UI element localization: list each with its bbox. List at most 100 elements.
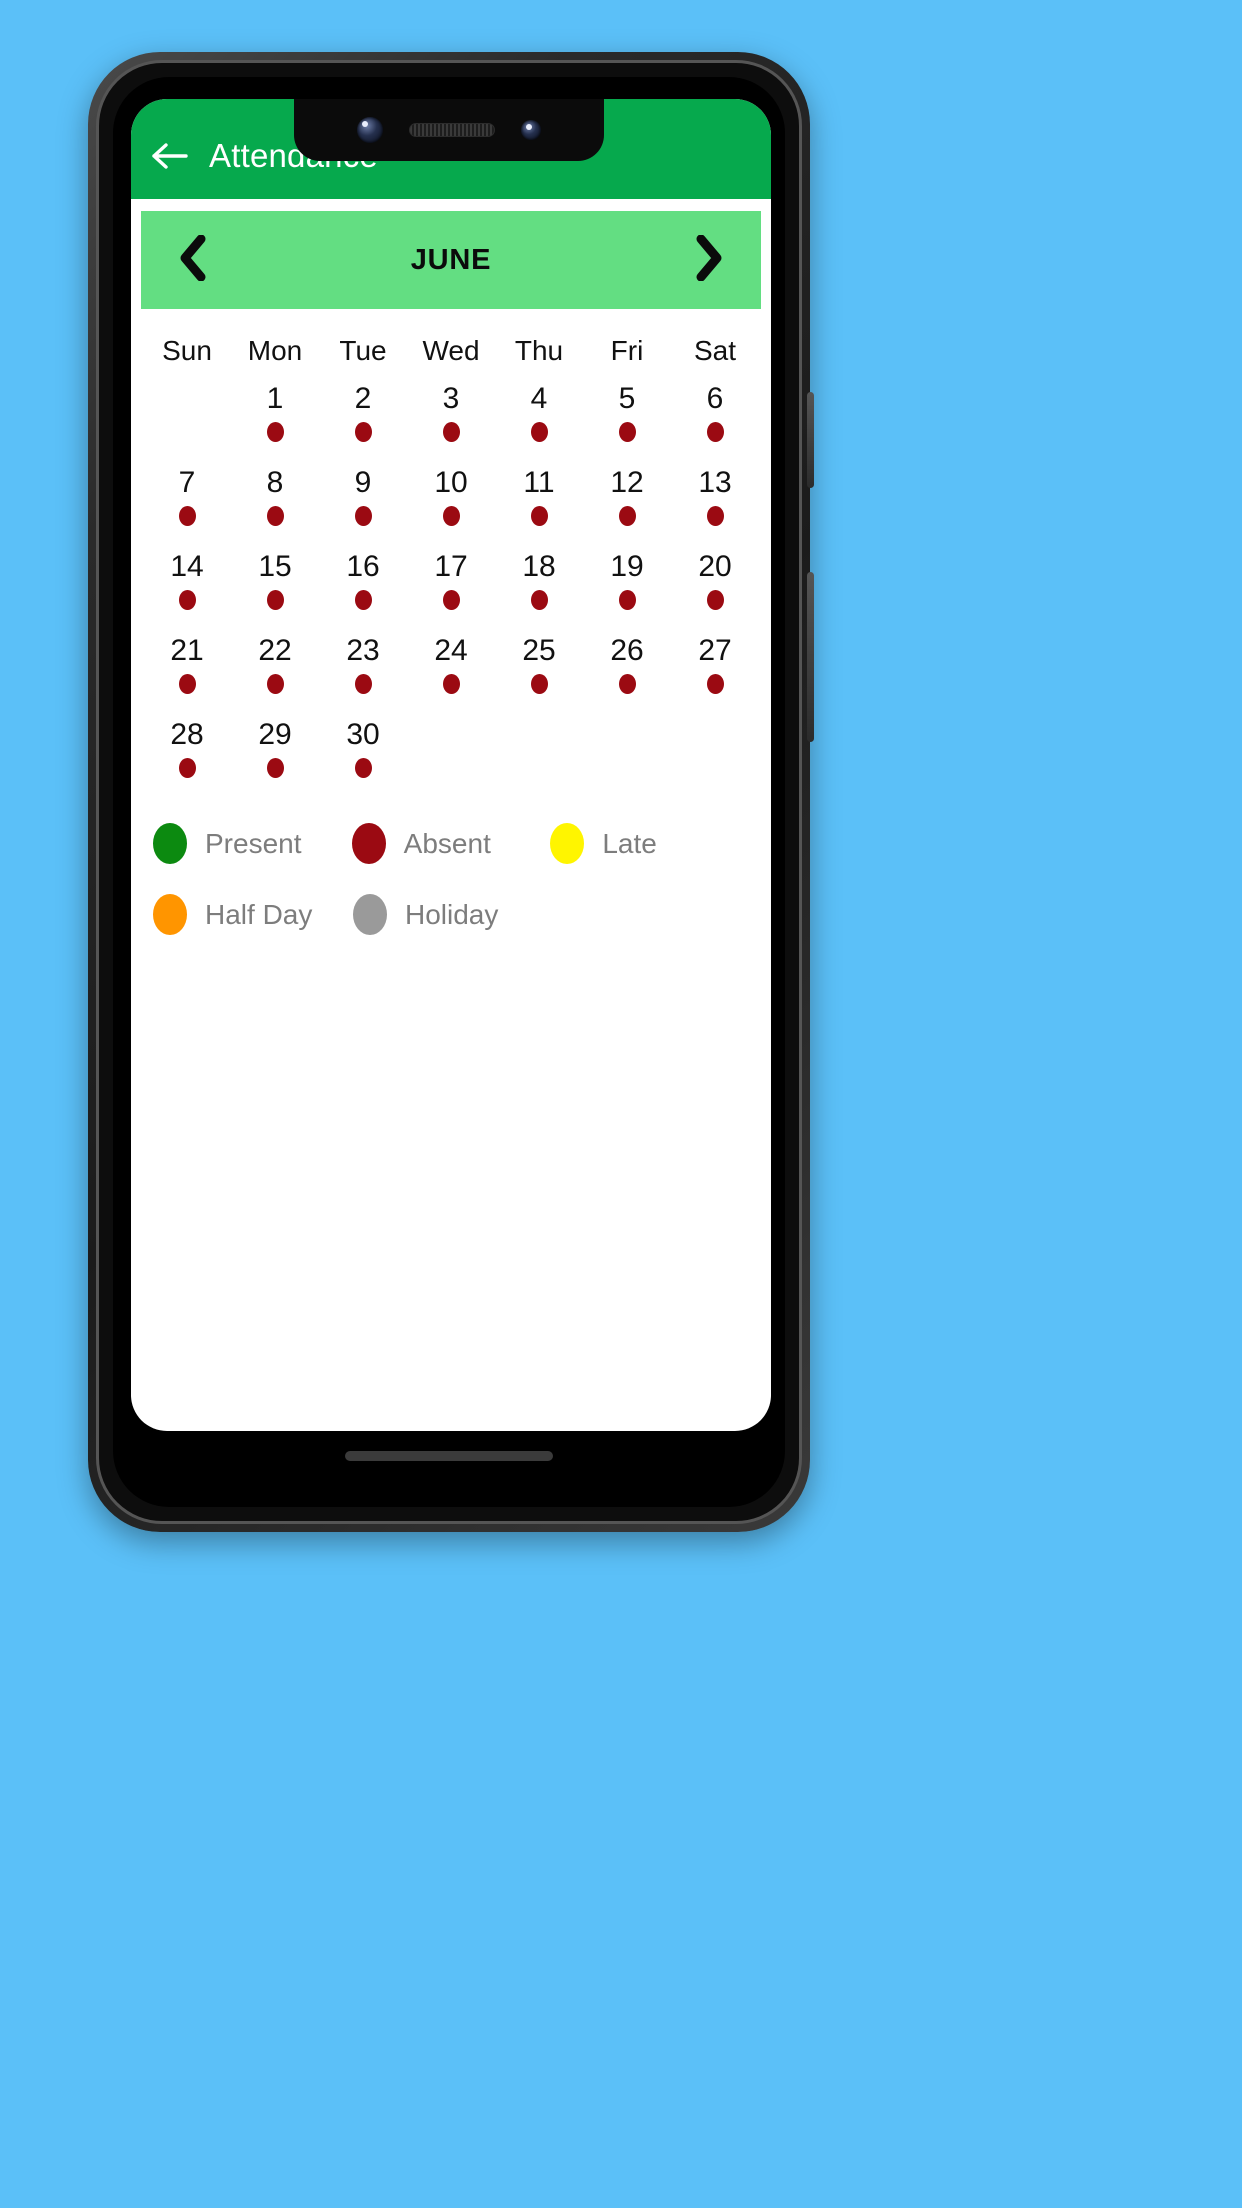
calendar-day-13[interactable]: 13 — [671, 461, 759, 545]
volume-button[interactable] — [807, 572, 814, 742]
calendar-day-18[interactable]: 18 — [495, 545, 583, 629]
day-number: 7 — [178, 466, 196, 499]
calendar-day-10[interactable]: 10 — [407, 461, 495, 545]
calendar-day-7[interactable]: 7 — [143, 461, 231, 545]
legend-item-absent: Absent — [351, 823, 551, 864]
calendar-day-26[interactable]: 26 — [583, 629, 671, 713]
legend-label: Holiday — [405, 898, 499, 930]
calendar-day-22[interactable]: 22 — [231, 629, 319, 713]
calendar-day-28[interactable]: 28 — [143, 713, 231, 797]
calendar-week-row: 1 2 3 4 5 6 — [143, 377, 759, 461]
legend-label: Late — [602, 827, 657, 859]
calendar: Sun Mon Tue Wed Thu Fri Sat 1 2 3 4 5 6 7 8 9 10 11 12 13 1… — [131, 309, 771, 797]
calendar-day-17[interactable]: 17 — [407, 545, 495, 629]
phone-screen-area: Attendance JUNE Sun Mon Tue Wed Thu Fri … — [113, 77, 785, 1507]
calendar-day-3[interactable]: 3 — [407, 377, 495, 461]
weekday-label-sun: Sun — [162, 335, 212, 366]
calendar-day-23[interactable]: 23 — [319, 629, 407, 713]
status-dot-absent — [530, 422, 548, 442]
calendar-day-25[interactable]: 25 — [495, 629, 583, 713]
status-dot-absent — [354, 590, 372, 610]
status-dot-absent — [178, 590, 196, 610]
power-button[interactable] — [807, 392, 814, 488]
phone-bezel: Attendance JUNE Sun Mon Tue Wed Thu Fri … — [96, 60, 802, 1524]
day-number: 4 — [530, 382, 548, 415]
secondary-camera-icon — [521, 120, 541, 140]
calendar-week-row: 7 8 9 10 11 12 13 — [143, 461, 759, 545]
day-number: 22 — [258, 634, 292, 667]
legend: Present Absent Late Half Day Holiday — [131, 797, 771, 935]
month-selector: JUNE — [141, 211, 761, 309]
app-screen: Attendance JUNE Sun Mon Tue Wed Thu Fri … — [131, 99, 771, 1431]
calendar-day-1[interactable]: 1 — [231, 377, 319, 461]
calendar-day-2[interactable]: 2 — [319, 377, 407, 461]
screenshot-canvas: Attendance JUNE Sun Mon Tue Wed Thu Fri … — [0, 0, 1242, 2208]
calendar-day-4[interactable]: 4 — [495, 377, 583, 461]
status-dot-absent — [706, 674, 724, 694]
status-dot-absent — [266, 506, 284, 526]
day-number: 12 — [610, 466, 644, 499]
weekday-label-fri: Fri — [610, 335, 644, 366]
day-number: 6 — [706, 382, 724, 415]
calendar-day-27[interactable]: 27 — [671, 629, 759, 713]
previous-month-button[interactable] — [165, 232, 221, 288]
weekday-label-mon: Mon — [247, 335, 303, 366]
weekday-label-tue: Tue — [339, 335, 387, 366]
calendar-day-5[interactable]: 5 — [583, 377, 671, 461]
legend-label: Absent — [403, 827, 491, 859]
front-camera-icon — [357, 117, 383, 143]
calendar-day-24[interactable]: 24 — [407, 629, 495, 713]
calendar-day-11[interactable]: 11 — [495, 461, 583, 545]
calendar-day-16[interactable]: 16 — [319, 545, 407, 629]
day-number: 17 — [434, 550, 468, 583]
calendar-week-row: 28 29 30 — [143, 713, 759, 797]
day-number: 25 — [522, 634, 556, 667]
calendar-day-12[interactable]: 12 — [583, 461, 671, 545]
calendar-day-29[interactable]: 29 — [231, 713, 319, 797]
arrow-left-icon — [152, 141, 188, 171]
calendar-day-empty — [671, 713, 759, 797]
calendar-day-6[interactable]: 6 — [671, 377, 759, 461]
earpiece-speaker — [409, 123, 495, 137]
day-number: 13 — [698, 466, 732, 499]
day-number: 8 — [266, 466, 284, 499]
status-dot-absent — [706, 506, 724, 526]
calendar-day-8[interactable]: 8 — [231, 461, 319, 545]
status-dot-absent — [442, 506, 460, 526]
back-button[interactable] — [131, 129, 209, 183]
calendar-day-21[interactable]: 21 — [143, 629, 231, 713]
status-dot-absent — [618, 506, 636, 526]
calendar-day-19[interactable]: 19 — [583, 545, 671, 629]
status-dot-absent — [354, 758, 372, 778]
home-indicator[interactable] — [345, 1451, 553, 1461]
chevron-right-icon — [694, 234, 724, 286]
day-number: 15 — [258, 550, 292, 583]
legend-item-late: Late — [550, 823, 749, 864]
calendar-day-14[interactable]: 14 — [143, 545, 231, 629]
day-number: 29 — [258, 718, 292, 751]
status-dot-absent — [706, 590, 724, 610]
day-number: 24 — [434, 634, 468, 667]
status-dot-absent — [354, 422, 372, 442]
weekday-label-wed: Wed — [422, 335, 480, 366]
status-dot-absent — [706, 422, 724, 442]
calendar-day-empty — [407, 713, 495, 797]
status-dot-absent — [354, 506, 372, 526]
status-dot-absent — [442, 422, 460, 442]
calendar-day-empty — [583, 713, 671, 797]
day-number: 11 — [523, 466, 555, 499]
calendar-day-9[interactable]: 9 — [319, 461, 407, 545]
next-month-button[interactable] — [681, 232, 737, 288]
day-number: 14 — [170, 550, 204, 583]
status-dot-absent — [266, 674, 284, 694]
legend-dot-holiday — [353, 894, 387, 935]
calendar-day-30[interactable]: 30 — [319, 713, 407, 797]
calendar-day-15[interactable]: 15 — [231, 545, 319, 629]
legend-label: Present — [205, 827, 302, 859]
day-number: 16 — [346, 550, 380, 583]
calendar-day-20[interactable]: 20 — [671, 545, 759, 629]
status-dot-absent — [266, 422, 284, 442]
phone-device-frame: Attendance JUNE Sun Mon Tue Wed Thu Fri … — [88, 52, 814, 1532]
status-dot-absent — [618, 422, 636, 442]
status-dot-absent — [442, 590, 460, 610]
